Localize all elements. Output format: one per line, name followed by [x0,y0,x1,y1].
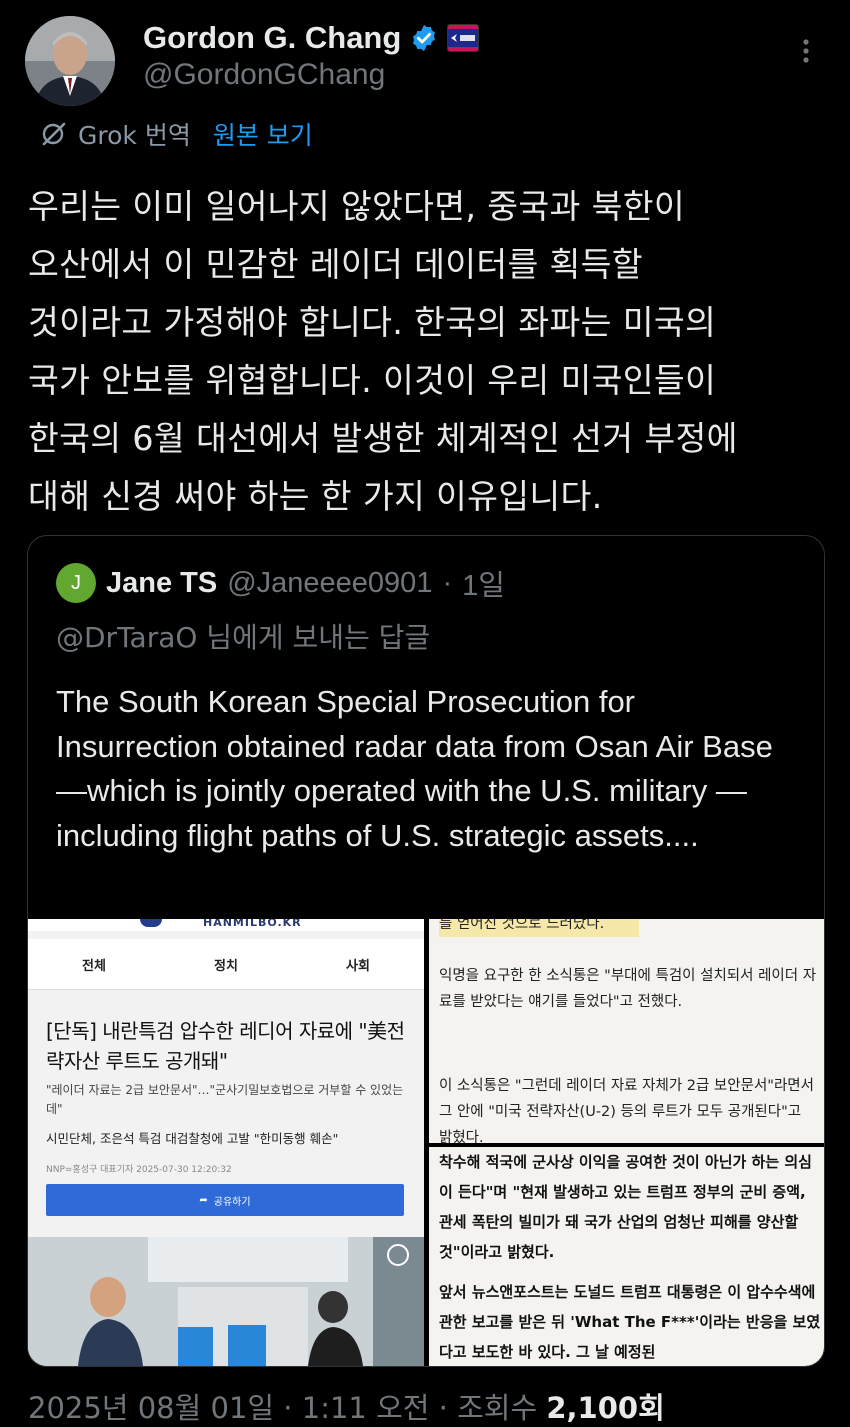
site-logo-icon [140,919,162,927]
grok-translate-label: Grok 번역 [78,121,191,150]
author-name[interactable]: Gordon G. Chang [143,20,401,56]
tweet-text: 우리는 이미 일어나지 않았다면, 중국과 북한이 오산에서 이 민감한 레이더… [28,187,738,516]
article-share-button: ➦ 공유하기 [46,1184,404,1216]
article-byline: NNP=홍성구 대표기자 2025-07-30 12:20:32 [46,1165,232,1175]
snippet-para-1: 익명을 요구한 한 소식통은 "부대에 특검이 설치되서 레이더 자료를 받았다… [439,968,817,1010]
snippet-para-4: 앞서 뉴스앤포스트는 도널드 트럼프 대통령은 이 압수수색에 관한 보고를 받… [439,1283,821,1361]
quote-time: 1일 [462,570,505,602]
nav-tab-politics: 정치 [214,958,238,974]
nav-tab-society: 사회 [346,958,370,974]
article-subheadline: "레이더 자료는 2급 보안문서"…"군사기밀보호법으로 거부할 수 있었는데" [46,1083,404,1116]
view-original-link[interactable]: 원본 보기 [213,116,313,152]
article-photo [28,1237,424,1366]
verified-badge-icon [413,24,436,52]
snippet-para-3: 착수해 적국에 군사상 이익을 공여한 것이 아닌가 하는 의심이 든다"며 "… [439,1153,812,1261]
snippet-para-2: 이 소식통은 "그런데 레이더 자료 자체가 2급 보안문서"라면서 그 안에 … [439,1078,814,1143]
view-count: 2,100회 [546,1391,665,1425]
article-nav-tabs: 전체 정치 사회 [28,939,424,990]
share-label: 공유하기 [213,1196,251,1208]
quote-text: The South Korean Special Prosecution for… [56,684,773,853]
article-headline: [단독] 내란특검 압수한 레디어 자료에 "美전략자산 루트도 공개돼" [46,1019,405,1073]
media-image-top-right[interactable]: 를 얻어진 것으로 드러났다. 익명을 요구한 한 소식통은 "부대에 특검이 … [429,919,824,1143]
timestamp-text: 2025년 08월 01일 · 1:11 오전 · 조회수 [28,1391,547,1425]
article-subheadline-2: 시민단체, 조은석 특검 대검찰청에 고발 "한미동행 훼손" [46,1131,339,1146]
quote-avatar[interactable]: J [56,563,96,603]
quote-separator: · [442,566,453,599]
quote-author-name[interactable]: Jane TS [106,567,217,600]
site-header: HANMILBO.KR [28,919,424,931]
media-image-bottom-right[interactable]: 착수해 적국에 군사상 이익을 공여한 것이 아닌가 하는 의심이 든다"며 "… [429,1147,824,1366]
tweet-timestamp: 2025년 08월 01일 · 1:11 오전 · 조회수 2,100회 [28,1385,665,1427]
author-handle[interactable]: @GordonGChang [143,58,385,92]
author-avatar[interactable] [25,16,115,106]
media-image-left[interactable]: HANMILBO.KR 전체 정치 사회 [단독] 내란특검 압수한 레디어 자… [28,919,424,1366]
quoted-tweet[interactable]: J Jane TS @Janeeee0901 · 1일 @DrTaraO 님에게… [27,535,825,1367]
grok-icon [42,122,66,146]
affiliation-flag-icon [447,24,480,52]
quote-reply-to: @DrTaraO 님에게 보내는 답글 [56,621,431,654]
share-icon: ➦ [199,1194,208,1206]
snippet-highlight: 를 얻어진 것으로 드러났다. [439,919,639,937]
more-options-icon[interactable] [796,36,816,66]
quote-author-handle[interactable]: @Janeeee0901 [227,567,432,600]
site-name: HANMILBO.KR [203,919,302,929]
nav-tab-all: 전체 [82,958,106,974]
quote-media-grid[interactable]: HANMILBO.KR 전체 정치 사회 [단독] 내란특검 압수한 레디어 자… [28,919,824,1366]
